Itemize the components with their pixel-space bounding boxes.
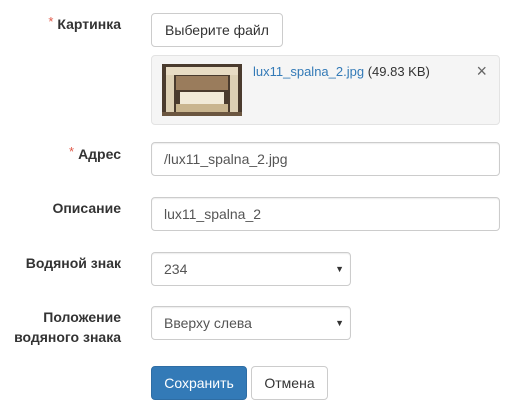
address-label: * Адрес xyxy=(69,144,121,162)
address-input[interactable]: /lux11_spalna_2.jpg xyxy=(151,142,500,176)
required-mark: * xyxy=(69,144,75,159)
cancel-button[interactable]: Отмена xyxy=(251,366,328,400)
save-button[interactable]: Сохранить xyxy=(151,366,247,400)
file-thumbnail xyxy=(162,64,242,116)
watermark-position-select[interactable]: Вверху слева ▼ xyxy=(151,306,351,340)
uploaded-file-panel: lux11_spalna_2.jpg (49.83 KB) × xyxy=(151,55,500,125)
picture-label: * Картинка xyxy=(48,14,121,32)
description-label: Описание xyxy=(52,200,121,216)
file-size: (49.83 KB) xyxy=(367,64,430,79)
watermark-position-label: Положение водяного знака xyxy=(14,309,121,345)
close-icon[interactable]: × xyxy=(476,62,487,80)
watermark-label: Водяной знак xyxy=(25,255,121,271)
chevron-down-icon: ▼ xyxy=(335,318,344,328)
watermark-select[interactable]: 234 ▼ xyxy=(151,252,351,286)
file-info: lux11_spalna_2.jpg (49.83 KB) xyxy=(253,64,430,80)
choose-file-button[interactable]: Выберите файл xyxy=(151,13,283,47)
required-mark: * xyxy=(48,14,54,29)
chevron-down-icon: ▼ xyxy=(335,264,344,274)
description-input[interactable]: lux11_spalna_2 xyxy=(151,197,500,231)
file-link[interactable]: lux11_spalna_2.jpg xyxy=(253,64,364,79)
